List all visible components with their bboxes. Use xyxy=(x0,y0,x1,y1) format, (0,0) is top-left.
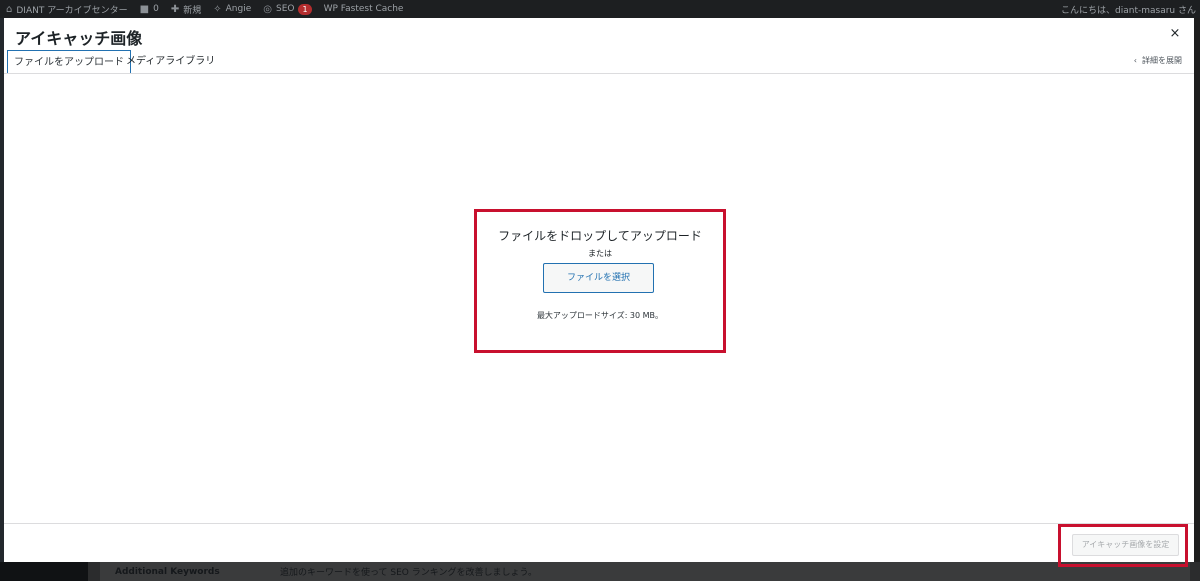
seo-label: SEO xyxy=(276,4,295,14)
wp-menu-item[interactable]: ⌂ DIANT アーカイブセンター xyxy=(0,3,134,16)
or-text: または xyxy=(588,249,612,258)
upload-drop-zone[interactable]: ファイルをドロップしてアップロード または ファイルを選択 最大アップロードサイ… xyxy=(474,209,726,353)
tabs-divider xyxy=(4,73,1194,74)
account-greeting[interactable]: こんにちは、diant-masaru さん xyxy=(1061,0,1196,18)
chevron-left-icon: ‹ xyxy=(1133,56,1137,65)
new-label: 新規 xyxy=(183,5,202,16)
select-files-button[interactable]: ファイルを選択 xyxy=(543,263,654,293)
seo-notification-badge: 1 xyxy=(298,3,312,15)
toggle-details-button[interactable]: ‹ 詳細を展開 xyxy=(1134,55,1182,66)
cache-item[interactable]: WP Fastest Cache xyxy=(318,4,410,14)
plus-icon: ✚ xyxy=(170,3,180,15)
site-name-link[interactable]: DIANT アーカイブセンター xyxy=(16,3,127,16)
comments-count: 0 xyxy=(153,4,159,14)
admin-bar: ⌂ DIANT アーカイブセンター ■ 0 ✚ 新規 ✧ Angie ◎ SEO… xyxy=(0,0,1200,18)
additional-keywords-help: 追加のキーワードを使って SEO ランキングを改善しましょう。 xyxy=(280,568,537,578)
set-featured-image-button[interactable]: アイキャッチ画像を設定 xyxy=(1072,534,1179,556)
seo-settings-row: Additional Keywords 追加のキーワードを使って SEO ランキ… xyxy=(100,562,1190,581)
seo-gear-icon: ◎ xyxy=(263,3,272,15)
max-upload-size: 最大アップロードサイズ: 30 MB。 xyxy=(536,311,664,320)
cache-label: WP Fastest Cache xyxy=(323,4,404,14)
comments-item[interactable]: ■ 0 xyxy=(134,4,165,15)
home-icon: ⌂ xyxy=(6,3,13,15)
additional-keywords-label: Additional Keywords xyxy=(115,566,220,577)
comment-icon: ■ xyxy=(139,3,150,15)
sparkle-icon: ✧ xyxy=(213,3,222,15)
drop-instructions: ファイルをドロップしてアップロード xyxy=(498,229,702,243)
angie-item[interactable]: ✧ Angie xyxy=(207,4,257,15)
footer-divider xyxy=(4,523,1194,524)
toggle-details-label: 詳細を展開 xyxy=(1142,56,1182,65)
seo-item[interactable]: ◎ SEO 1 xyxy=(257,3,317,15)
modal-title: アイキャッチ画像 xyxy=(15,29,143,48)
tab-upload-files[interactable]: ファイルをアップロード xyxy=(7,50,131,74)
close-icon[interactable]: × xyxy=(1166,25,1184,43)
angie-label: Angie xyxy=(225,4,252,14)
tab-media-library[interactable]: メディアライブラリ xyxy=(120,50,221,74)
featured-image-modal: アイキャッチ画像 × ファイルをアップロード メディアライブラリ ‹ 詳細を展開… xyxy=(4,18,1194,562)
admin-sidebar-bottom xyxy=(0,562,88,581)
new-content-item[interactable]: ✚ 新規 xyxy=(165,3,207,16)
